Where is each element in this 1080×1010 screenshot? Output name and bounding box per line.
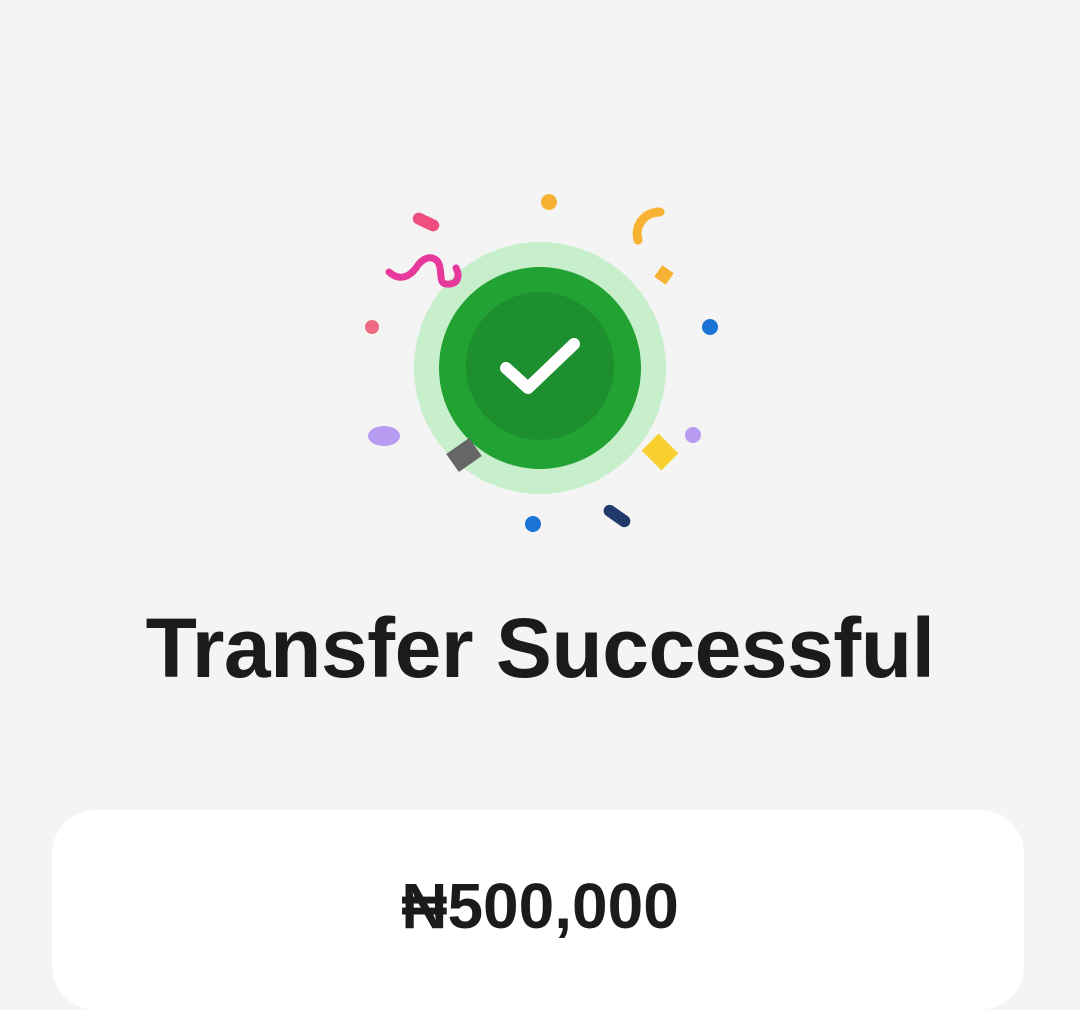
confetti-pink-pill (412, 212, 440, 232)
confetti-blue-dot-bottom (525, 516, 541, 532)
confetti-red-dot (365, 320, 379, 334)
confetti-purple-blob (368, 426, 400, 446)
success-check-illustration (365, 194, 718, 532)
transfer-amount: ₦500,000 (401, 870, 679, 942)
page-title: Transfer Successful (145, 601, 935, 695)
success-illustration (340, 180, 740, 560)
confetti-navy-pill (603, 504, 631, 528)
confetti-orange-diamond (654, 265, 674, 285)
confetti-pink-ribbon (385, 254, 462, 288)
success-inner-circle (466, 292, 614, 440)
confetti-purple-dot (685, 427, 701, 443)
transfer-success-screen: Transfer Successful ₦500,000 (0, 0, 1080, 1010)
confetti-yellow-dot (541, 194, 557, 210)
confetti-blue-dot (702, 319, 718, 335)
confetti-yellow-arc (632, 207, 665, 245)
confetti-yellow-diamond (641, 433, 679, 471)
